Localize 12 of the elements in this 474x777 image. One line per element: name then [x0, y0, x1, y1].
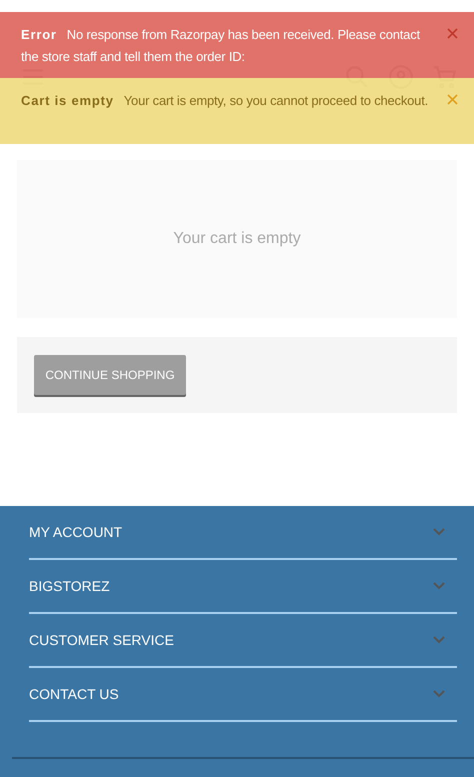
- notice-text: Error No response from Razorpay has been received. Please contact the store staff and tell them the order ID:: [21, 26, 421, 66]
- footer-section[interactable]: CONTACT US: [29, 668, 457, 722]
- continue-shopping-button[interactable]: CONTINUE SHOPPING: [34, 355, 186, 395]
- chevron-icon: [433, 528, 445, 536]
- footer-section[interactable]: MY ACCOUNT: [29, 506, 457, 560]
- notice-text: Cart is empty Your cart is empty, so you cannot proceed to checkout.: [21, 92, 430, 110]
- chevron-icon: [433, 690, 445, 698]
- chevron-icon: [433, 636, 445, 644]
- footer-section[interactable]: BIGSTOREZ: [29, 560, 457, 614]
- footer-section[interactable]: CUSTOMER SERVICE: [29, 614, 457, 668]
- chevron-icon: [433, 582, 445, 590]
- empty-cart-message: Your cart is empty: [173, 230, 301, 248]
